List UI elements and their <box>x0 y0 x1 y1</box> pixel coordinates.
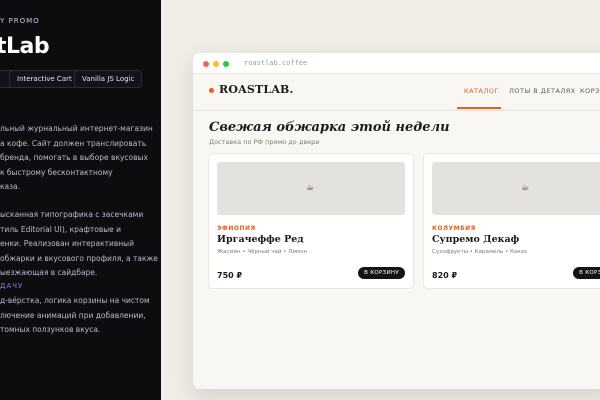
coffee-cup-icon: ☕ <box>306 183 315 193</box>
product-notes: Сухофрукты • Карамель • Какао <box>432 249 528 255</box>
site-header: ROASTLAB. КАТАЛОГ ЛОТЫ В ДЕТАЛЯХ КОРЗИ <box>193 74 600 111</box>
product-price: 750 ₽ <box>217 271 243 280</box>
product-card[interactable]: ☕ ЭФИОПИЯ Иргачеффе Ред Жасмин • Чёрный … <box>208 153 414 289</box>
close-window-dot-icon[interactable] <box>203 61 209 67</box>
promo-brand-title: tLab <box>0 34 50 59</box>
product-origin: КОЛУМБИЯ <box>432 225 476 232</box>
promo-task-text: д-вёрстка, логика корзины на чистом люче… <box>0 296 150 334</box>
product-notes: Жасмин • Чёрный чай • Лимон <box>217 249 308 255</box>
tech-pill-vanilla-js: Vanilla JS Logic <box>74 70 143 88</box>
browser-titlebar: roastlab.coffee <box>193 53 600 74</box>
coffee-cup-icon: ☕ <box>521 183 530 193</box>
add-to-cart-button[interactable]: В КОРЗИНУ <box>358 267 405 279</box>
promo-label: Y PROMO <box>0 17 40 25</box>
product-name: Супремо Декаф <box>432 234 520 245</box>
tech-pill-interactive-cart: Interactive Cart <box>9 70 80 88</box>
nav-lots-details[interactable]: ЛОТЫ В ДЕТАЛЯХ <box>509 87 576 95</box>
add-to-cart-button[interactable]: В КОРЗИНУ <box>573 267 600 279</box>
logo-dot-icon <box>209 88 214 93</box>
product-image: ☕ <box>217 162 405 215</box>
maximize-window-dot-icon[interactable] <box>223 61 229 67</box>
product-card[interactable]: ☕ КОЛУМБИЯ Супремо Декаф Сухофрукты • Ка… <box>423 153 600 289</box>
product-image: ☕ <box>432 162 600 215</box>
address-bar[interactable]: roastlab.coffee <box>244 59 307 67</box>
product-origin: ЭФИОПИЯ <box>217 225 256 232</box>
site-logo[interactable]: ROASTLAB. <box>219 83 294 96</box>
promo-description: льный журнальный интернет-магазин а кофе… <box>0 124 153 191</box>
promo-panel: Y PROMO tLab Interactive Cart Vanilla JS… <box>0 0 161 400</box>
nav-cart[interactable]: КОРЗИ <box>580 87 600 95</box>
promo-design-text: ысканная типографика с засечками тиль Ed… <box>0 210 158 277</box>
page-title: Свежая обжарка этой недели <box>209 120 450 135</box>
page-subtitle: Доставка по РФ прямо до двери <box>209 138 320 146</box>
product-name: Иргачеффе Ред <box>217 234 304 245</box>
nav-catalog[interactable]: КАТАЛОГ <box>464 87 499 95</box>
active-tab-indicator <box>457 107 501 109</box>
browser-window: roastlab.coffee ROASTLAB. КАТАЛОГ ЛОТЫ В… <box>193 53 600 389</box>
promo-task-label: ДАЧУ <box>0 282 24 290</box>
product-price: 820 ₽ <box>432 271 458 280</box>
minimize-window-dot-icon[interactable] <box>213 61 219 67</box>
